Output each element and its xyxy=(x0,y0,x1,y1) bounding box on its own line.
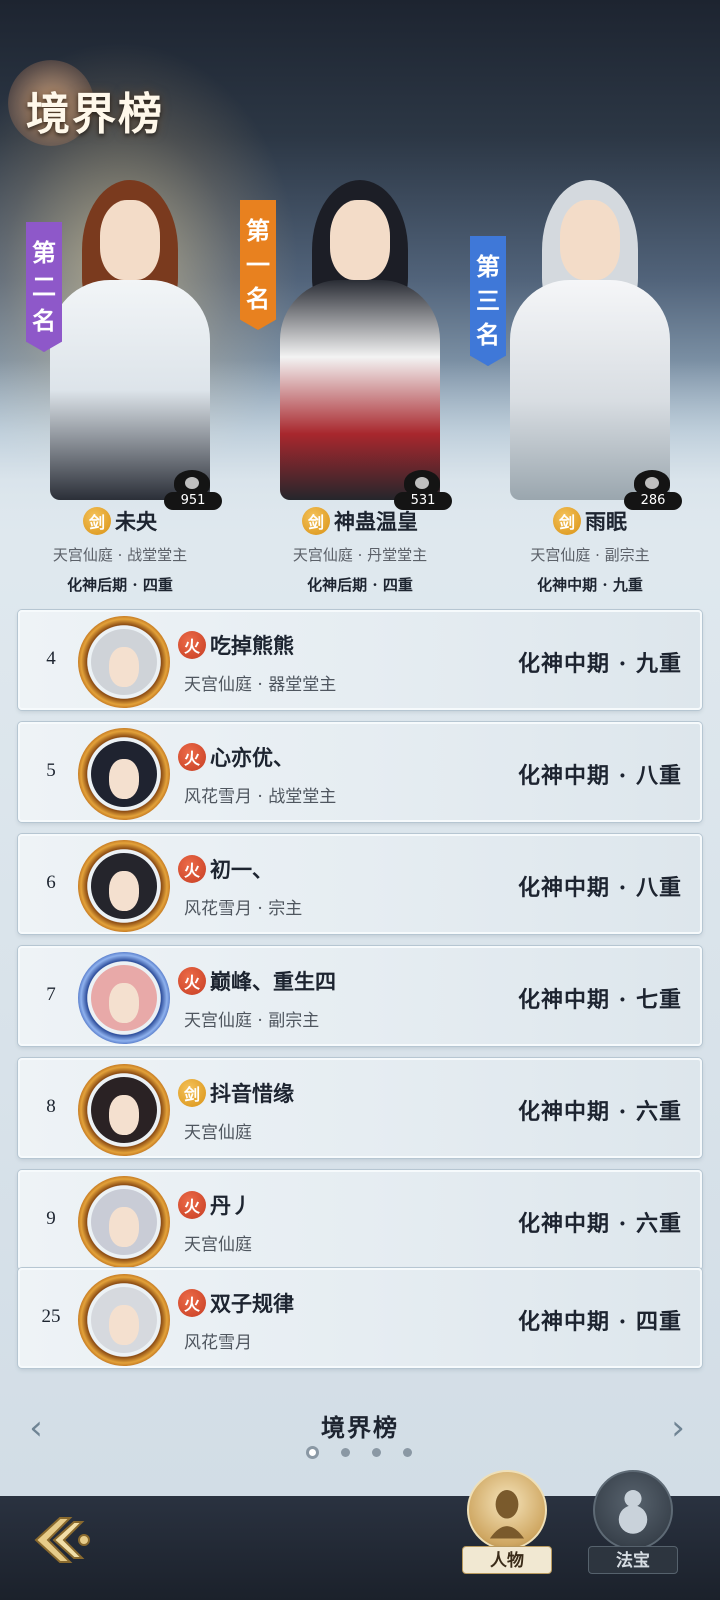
rank-banner: 第 一 名 xyxy=(240,200,276,330)
fire-element-icon: 火 xyxy=(178,967,206,995)
back-arrow-icon xyxy=(34,1517,90,1563)
avatar[interactable] xyxy=(78,1064,170,1156)
player-affiliation: 天宫仙庭 · 战堂堂主 xyxy=(52,546,188,564)
ranking-row[interactable]: 7 火 巅峰、重生四 天宫仙庭 · 副宗主 化神中期 · 七重 xyxy=(18,946,702,1046)
podium-rank-1-info: 剑 神蛊温皇 天宫仙庭 · 丹堂堂主 化神后期 · 四重 xyxy=(240,506,480,595)
ranking-row[interactable]: 5 火 心亦优、 风花雪月 · 战堂堂主 化神中期 · 八重 xyxy=(18,722,702,822)
player-affiliation: 风花雪月 · 宗主 xyxy=(184,899,303,919)
chevron-right-icon[interactable]: › xyxy=(662,1410,694,1446)
player-affiliation: 天宫仙庭 · 副宗主 xyxy=(184,1011,320,1031)
player-realm: 化神后期 · 四重 xyxy=(67,576,173,594)
fire-element-icon: 火 xyxy=(178,743,206,771)
ranking-row[interactable]: 6 火 初一、 风花雪月 · 宗主 化神中期 · 八重 xyxy=(18,834,702,934)
rank-number: 25 xyxy=(41,1306,61,1327)
player-realm: 化神中期 · 九重 xyxy=(518,651,682,677)
avatar[interactable] xyxy=(78,616,170,708)
player-name[interactable]: 未央 xyxy=(115,506,157,536)
page-dot[interactable] xyxy=(403,1448,412,1457)
page-indicator xyxy=(306,1446,412,1459)
podium-rank-3-info: 剑 雨眠 天宫仙庭 · 副宗主 化神中期 · 九重 xyxy=(470,506,710,595)
player-name: 巅峰、重生四 xyxy=(210,969,336,994)
player-realm: 化神中期 · 六重 xyxy=(518,1099,682,1125)
rank-number: 8 xyxy=(46,1096,56,1117)
fire-element-icon: 火 xyxy=(178,1289,206,1317)
page-dot[interactable] xyxy=(306,1446,319,1459)
rank-number: 5 xyxy=(46,760,56,781)
page-dot[interactable] xyxy=(372,1448,381,1457)
like-counter[interactable]: 951 xyxy=(164,470,222,510)
player-realm: 化神中期 · 九重 xyxy=(537,576,643,594)
podium-rank-2-portrait[interactable]: 第 二 名 951 xyxy=(10,150,230,510)
rank-number: 6 xyxy=(46,872,56,893)
character-figure xyxy=(260,170,460,500)
sword-element-icon: 剑 xyxy=(178,1079,206,1107)
podium-rank-1-portrait[interactable]: 第 一 名 531 xyxy=(240,150,460,510)
player-realm: 化神中期 · 六重 xyxy=(518,1211,682,1237)
ranking-row[interactable]: 4 火 吃掉熊熊 天宫仙庭 · 器堂堂主 化神中期 · 九重 xyxy=(18,610,702,710)
player-affiliation: 天宫仙庭 · 副宗主 xyxy=(530,546,650,564)
fire-element-icon: 火 xyxy=(178,631,206,659)
player-realm: 化神中期 · 八重 xyxy=(518,875,682,901)
avatar[interactable] xyxy=(78,1176,170,1268)
avatar[interactable] xyxy=(78,952,170,1044)
player-name: 吃掉熊熊 xyxy=(210,633,294,658)
like-counter[interactable]: 531 xyxy=(394,470,452,510)
player-affiliation: 天宫仙庭 · 丹堂堂主 xyxy=(292,546,428,564)
tab-treasures[interactable]: 法宝 xyxy=(588,1470,678,1580)
player-name: 抖音惜缘 xyxy=(210,1081,294,1106)
fire-element-icon: 火 xyxy=(178,855,206,883)
character-figure xyxy=(490,170,690,500)
podium-rank-2-info: 剑 未央 天宫仙庭 · 战堂堂主 化神后期 · 四重 xyxy=(0,506,240,595)
player-affiliation: 天宫仙庭 · 器堂堂主 xyxy=(184,675,337,695)
tab-characters[interactable]: 人物 xyxy=(462,1470,552,1580)
leaderboard-category-title: 境界榜 xyxy=(321,1413,399,1442)
gourd-icon xyxy=(593,1470,673,1550)
like-counter[interactable]: 286 xyxy=(624,470,682,510)
sword-element-icon: 剑 xyxy=(83,507,111,535)
player-realm: 化神中期 · 四重 xyxy=(518,1309,682,1335)
person-icon xyxy=(467,1470,547,1550)
page-dot[interactable] xyxy=(341,1448,350,1457)
avatar[interactable] xyxy=(78,728,170,820)
player-name: 初一、 xyxy=(210,857,273,882)
player-realm: 化神中期 · 八重 xyxy=(518,763,682,789)
player-affiliation: 天宫仙庭 xyxy=(184,1123,252,1143)
avatar[interactable] xyxy=(78,1274,170,1366)
ranking-row[interactable]: 8 剑 抖音惜缘 天宫仙庭 化神中期 · 六重 xyxy=(18,1058,702,1158)
player-affiliation: 风花雪月 · 战堂堂主 xyxy=(184,787,337,807)
sword-element-icon: 剑 xyxy=(553,507,581,535)
player-name: 丹丿 xyxy=(210,1193,252,1218)
podium-rank-3-portrait[interactable]: 第 三 名 286 xyxy=(470,150,690,510)
ranking-row[interactable]: 9 火 丹丿 天宫仙庭 化神中期 · 六重 xyxy=(18,1170,702,1270)
player-name: 心亦优、 xyxy=(210,745,294,770)
avatar[interactable] xyxy=(78,840,170,932)
player-name[interactable]: 神蛊温皇 xyxy=(334,506,418,536)
player-name: 双子规律 xyxy=(210,1291,294,1316)
sword-element-icon: 剑 xyxy=(302,507,330,535)
my-ranking-row[interactable]: 25 火 双子规律 风花雪月 化神中期 · 四重 xyxy=(18,1268,702,1368)
player-name[interactable]: 雨眠 xyxy=(585,506,627,536)
player-realm: 化神后期 · 四重 xyxy=(307,576,413,594)
rank-number: 9 xyxy=(46,1208,56,1229)
page-title: 境界榜 xyxy=(26,89,164,140)
rank-number: 4 xyxy=(46,648,56,669)
player-affiliation: 风花雪月 xyxy=(184,1333,252,1353)
rank-banner: 第 二 名 xyxy=(26,222,62,352)
player-realm: 化神中期 · 七重 xyxy=(518,987,682,1013)
back-button[interactable] xyxy=(30,1508,94,1572)
rank-number: 7 xyxy=(46,984,56,1005)
player-affiliation: 天宫仙庭 xyxy=(184,1235,252,1255)
fire-element-icon: 火 xyxy=(178,1191,206,1219)
rank-banner: 第 三 名 xyxy=(470,236,506,366)
